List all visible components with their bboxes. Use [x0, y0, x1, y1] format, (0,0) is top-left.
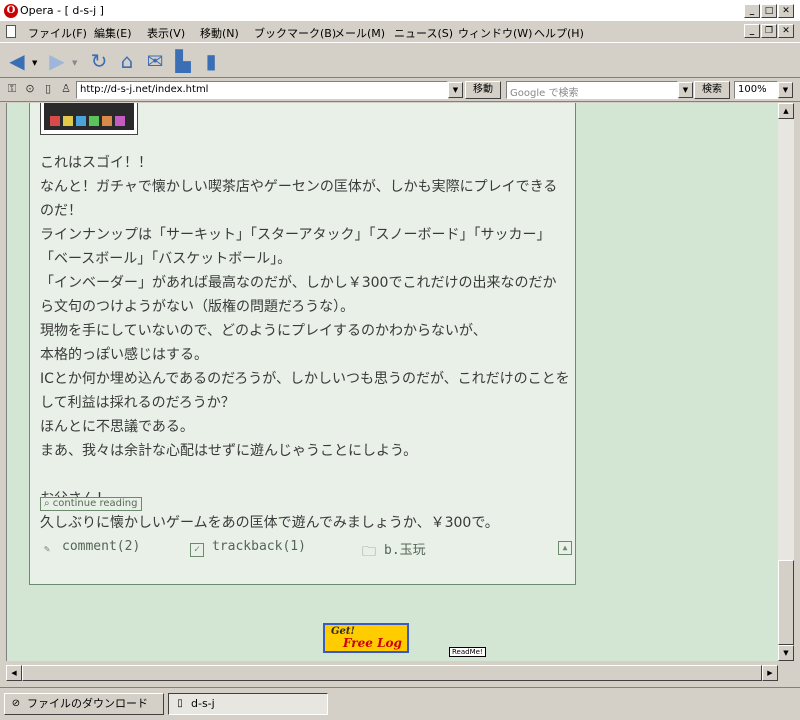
post-footer: ✎ comment(2) ✓ trackback(1) 🗀 b.玉玩 ▲: [40, 539, 572, 560]
magnifier-icon: ⌕: [44, 498, 53, 509]
back-icon[interactable]: ◀: [6, 51, 28, 71]
page-icon[interactable]: ▯: [42, 83, 54, 95]
post-body: これはスゴイ！！ なんと！ガチャで懐かしい喫茶店やゲーセンの匡体が、しかも実際に…: [40, 151, 570, 535]
tab-d-s-j[interactable]: ▯ d-s-j: [168, 693, 328, 715]
close-button[interactable]: ✕: [778, 4, 794, 18]
scroll-up-icon[interactable]: ▲: [778, 103, 794, 119]
menu-news[interactable]: ニュース(S): [394, 25, 453, 41]
scroll-right-icon[interactable]: ▶: [762, 665, 778, 681]
opera-logo-icon: O: [4, 4, 18, 18]
comment-label: comment(2): [62, 539, 141, 554]
go-button[interactable]: 移動: [465, 81, 501, 99]
reload-icon[interactable]: ↻: [88, 51, 110, 71]
menu-bookmarks[interactable]: ブックマーク(B): [254, 25, 336, 41]
download-icon: ⊘: [11, 698, 21, 709]
blog-post: これはスゴイ！！ なんと！ガチャで懐かしい喫茶店やゲーセンの匡体が、しかも実際に…: [29, 103, 576, 585]
readme-badge[interactable]: ReadMe!: [449, 647, 486, 657]
url-input[interactable]: http://d-s-j.net/index.html: [76, 81, 448, 99]
tab-downloads[interactable]: ⊘ ファイルのダウンロード: [4, 693, 164, 715]
cookie-icon[interactable]: ⊙: [24, 83, 36, 95]
post-line: これはスゴイ！！: [40, 155, 152, 171]
continue-reading-label: continue reading: [52, 498, 138, 509]
category-label: b.玉玩: [384, 543, 426, 558]
doc-minimize-button[interactable]: _: [744, 24, 760, 38]
forward-dropdown-icon[interactable]: ▼: [72, 59, 77, 67]
window-title: Opera - [ d-s-j ]: [20, 4, 104, 17]
back-dropdown-icon[interactable]: ▼: [32, 59, 37, 67]
post-line: [40, 463, 570, 487]
doc-restore-button[interactable]: ❐: [761, 24, 777, 38]
url-dropdown-button[interactable]: ▼: [448, 82, 463, 98]
menu-file[interactable]: ファイル(F): [28, 25, 87, 41]
search-dropdown-button[interactable]: ▼: [678, 82, 693, 98]
post-line: 現物を手にしていないので、どのようにプレイするのかわからないが、: [40, 323, 487, 339]
tab-bar: ⊘ ファイルのダウンロード ▯ d-s-j: [0, 687, 800, 720]
menu-view[interactable]: 表示(V): [147, 25, 185, 41]
menu-bar: ファイル(F) 編集(E) 表示(V) 移動(N) ブックマーク(B) メール(…: [0, 22, 800, 42]
maximize-button[interactable]: □: [761, 4, 777, 18]
post-line: ICとか何か埋め込んであるのだろうが、しかしいつも思うのだが、これだけのことをし…: [40, 371, 570, 411]
search-button[interactable]: 検索: [694, 81, 730, 99]
scroll-down-icon[interactable]: ▼: [778, 645, 794, 661]
menu-mail[interactable]: メール(M): [334, 25, 385, 41]
page-icon: ▯: [177, 698, 183, 709]
vertical-scrollbar[interactable]: ▲ ▼: [778, 103, 794, 661]
hotlist-icon[interactable]: ✉: [144, 51, 166, 71]
zoom-field[interactable]: 100%: [734, 81, 778, 99]
home-icon[interactable]: ⌂: [116, 51, 138, 71]
document-icon[interactable]: ▮: [200, 51, 222, 71]
post-line: ほんとに不思議である。: [40, 419, 194, 435]
continue-reading-link[interactable]: ⌕ continue reading: [40, 497, 143, 511]
minimize-button[interactable]: _: [744, 4, 760, 18]
forward-icon[interactable]: ▶: [46, 51, 68, 71]
banner-freelog: Free Log: [343, 636, 402, 650]
post-line: ラインナンップは「サーキット」「スターアタック」「スノーボード」「サッカー」「ベ…: [40, 227, 551, 267]
trackback-label: trackback(1): [212, 539, 306, 554]
horizontal-scrollbar[interactable]: ◀ ▶: [6, 665, 778, 681]
post-line: 久しぶりに懐かしいゲームをあの匡体で遊んでみましょうか、￥300で。: [40, 515, 499, 531]
freelog-banner[interactable]: Get! Free Log: [323, 623, 409, 653]
trackback-link[interactable]: ✓ trackback(1): [190, 539, 306, 557]
post-line: 本格的っぽい感じはする。: [40, 347, 208, 363]
post-line: 「インベーダー」があれば最高なのだが、しかし￥300でこれだけの出来なのだから文…: [40, 275, 557, 315]
address-bar: ⚿ ⊙ ▯ ♙ http://d-s-j.net/index.html ▼ 移動…: [0, 78, 800, 102]
post-line: まあ、我々は余計な心配はせずに遊んじゃうことにしよう。: [40, 443, 418, 459]
menu-help[interactable]: ヘルプ(H): [534, 25, 584, 41]
comment-link[interactable]: ✎ comment(2): [40, 539, 140, 558]
menu-edit[interactable]: 編集(E): [94, 25, 132, 41]
tab-label: d-s-j: [191, 697, 215, 710]
pencil-icon: ✎: [43, 544, 51, 555]
vertical-scroll-thumb[interactable]: [778, 560, 794, 645]
user-icon[interactable]: ♙: [60, 83, 72, 95]
page-viewport: これはスゴイ！！ なんと！ガチャで懐かしい喫茶店やゲーセンの匡体が、しかも実際に…: [6, 103, 778, 661]
tab-label: ファイルのダウンロード: [27, 697, 148, 710]
doc-close-button[interactable]: ✕: [778, 24, 794, 38]
folder-icon: 🗀: [362, 544, 376, 560]
category-link[interactable]: 🗀 b.玉玩: [362, 539, 426, 560]
page-top-icon[interactable]: ▲: [558, 541, 572, 555]
title-bar: O Opera - [ d-s-j ] _ □ ✕: [0, 0, 800, 22]
post-thumbnail[interactable]: [40, 103, 138, 135]
main-toolbar: ◀ ▼ ▶ ▼ ↻ ⌂ ✉ ▙ ▮: [0, 42, 800, 78]
security-icon[interactable]: ⚿: [6, 83, 18, 95]
post-line: なんと！ガチャで懐かしい喫茶店やゲーセンの匡体が、しかも実際にプレイできるのだ！: [40, 179, 558, 219]
print-icon[interactable]: ▙: [172, 51, 194, 71]
search-input[interactable]: Google で検索: [506, 81, 678, 99]
zoom-dropdown-button[interactable]: ▼: [778, 82, 793, 98]
checkbox-icon: ✓: [190, 543, 204, 557]
document-icon: [6, 25, 16, 38]
menu-navigate[interactable]: 移動(N): [200, 25, 239, 41]
menu-window[interactable]: ウィンドウ(W): [458, 25, 532, 41]
scroll-left-icon[interactable]: ◀: [6, 665, 22, 681]
horizontal-scroll-thumb[interactable]: [22, 665, 762, 681]
